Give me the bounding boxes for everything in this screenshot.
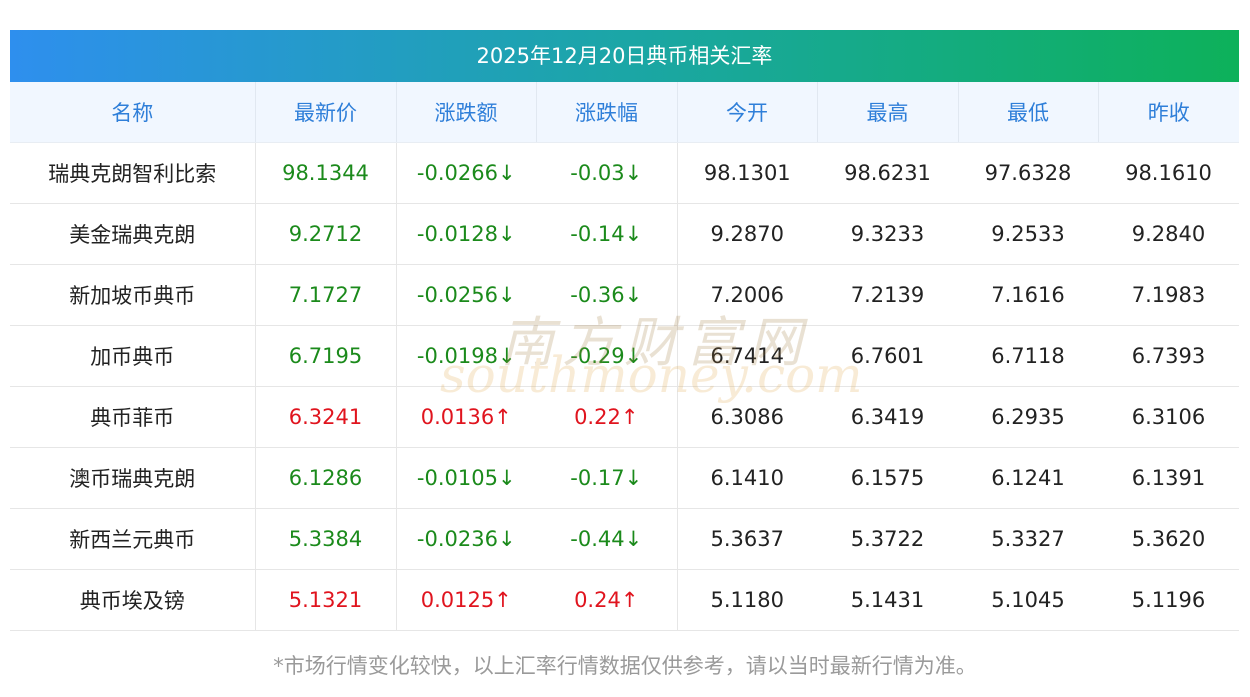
rates-panel: 2025年12月20日典币相关汇率 名称 最新价 涨跌额 涨跌幅 今开 最高 最…	[10, 30, 1239, 631]
cell-name: 典币菲币	[10, 386, 256, 448]
table-title: 2025年12月20日典币相关汇率	[10, 30, 1239, 82]
cell-change-pct: -0.44↓	[536, 508, 678, 570]
disclaimer-note: *市场行情变化较快，以上汇率行情数据仅供参考，请以当时最新行情为准。	[273, 654, 977, 678]
cell-high: 6.3419	[817, 386, 958, 448]
cell-name: 澳币瑞典克朗	[10, 447, 256, 509]
cell-open: 6.7414	[677, 325, 817, 387]
cell-high: 5.3722	[817, 508, 958, 570]
column-header-low: 最低	[958, 82, 1099, 143]
cell-high: 98.6231	[817, 142, 958, 204]
cell-low: 6.7118	[958, 325, 1098, 387]
cell-change: 0.0125↑	[396, 569, 536, 631]
cell-open: 5.1180	[677, 569, 817, 631]
cell-open: 98.1301	[677, 142, 817, 204]
cell-low: 6.2935	[958, 386, 1098, 448]
column-header-high: 最高	[817, 82, 959, 143]
cell-name: 美金瑞典克朗	[10, 203, 256, 265]
cell-latest: 7.1727	[255, 264, 397, 326]
cell-open: 9.2870	[677, 203, 817, 265]
cell-latest: 98.1344	[255, 142, 397, 204]
cell-high: 6.1575	[817, 447, 958, 509]
table-row: 瑞典克朗智利比索 98.1344 -0.0266↓ -0.03↓ 98.1301 98.6…	[10, 142, 1239, 204]
cell-open: 6.3086	[677, 386, 817, 448]
cell-change: -0.0266↓	[396, 142, 536, 204]
cell-name: 新加坡币典币	[10, 264, 256, 326]
cell-latest: 5.1321	[255, 569, 397, 631]
cell-open: 5.3637	[677, 508, 817, 570]
cell-name: 加币典币	[10, 325, 256, 387]
cell-latest: 6.1286	[255, 447, 397, 509]
cell-prev-close: 5.3620	[1098, 508, 1239, 570]
cell-name: 典币埃及镑	[10, 569, 256, 631]
cell-high: 5.1431	[817, 569, 958, 631]
cell-latest: 5.3384	[255, 508, 397, 570]
cell-prev-close: 6.1391	[1098, 447, 1239, 509]
cell-high: 7.2139	[817, 264, 958, 326]
cell-change: -0.0128↓	[396, 203, 536, 265]
exchange-rate-table: 名称 最新价 涨跌额 涨跌幅 今开 最高 最低 昨收 瑞典克朗智利比索 98.13…	[10, 82, 1239, 631]
cell-high: 6.7601	[817, 325, 958, 387]
cell-prev-close: 98.1610	[1098, 142, 1239, 204]
cell-name: 瑞典克朗智利比索	[10, 142, 256, 204]
cell-low: 9.2533	[958, 203, 1098, 265]
column-header-change: 涨跌额	[396, 82, 537, 143]
cell-low: 5.3327	[958, 508, 1098, 570]
cell-prev-close: 6.7393	[1098, 325, 1239, 387]
cell-open: 7.2006	[677, 264, 817, 326]
column-header-prev-close: 昨收	[1098, 82, 1239, 143]
cell-change-pct: 0.22↑	[536, 386, 678, 448]
cell-high: 9.3233	[817, 203, 958, 265]
cell-low: 6.1241	[958, 447, 1098, 509]
cell-change: -0.0198↓	[396, 325, 536, 387]
cell-change-pct: -0.17↓	[536, 447, 678, 509]
cell-change: -0.0256↓	[396, 264, 536, 326]
table-row: 新西兰元典币 5.3384 -0.0236↓ -0.44↓ 5.3637 5.3722 5.…	[10, 508, 1239, 570]
table-header-row: 名称 最新价 涨跌额 涨跌幅 今开 最高 最低 昨收	[10, 82, 1239, 143]
cell-change-pct: -0.29↓	[536, 325, 678, 387]
table-row: 典币埃及镑 5.1321 0.0125↑ 0.24↑ 5.1180 5.1431 5.104…	[10, 569, 1239, 631]
cell-low: 5.1045	[958, 569, 1098, 631]
cell-change: -0.0236↓	[396, 508, 536, 570]
column-header-open: 今开	[677, 82, 818, 143]
cell-prev-close: 9.2840	[1098, 203, 1239, 265]
cell-prev-close: 7.1983	[1098, 264, 1239, 326]
cell-low: 7.1616	[958, 264, 1098, 326]
cell-name: 新西兰元典币	[10, 508, 256, 570]
cell-change-pct: -0.03↓	[536, 142, 678, 204]
cell-latest: 6.3241	[255, 386, 397, 448]
column-header-change-pct: 涨跌幅	[536, 82, 678, 143]
cell-low: 97.6328	[958, 142, 1098, 204]
cell-latest: 9.2712	[255, 203, 397, 265]
cell-change-pct: -0.14↓	[536, 203, 678, 265]
cell-prev-close: 6.3106	[1098, 386, 1239, 448]
cell-change-pct: 0.24↑	[536, 569, 678, 631]
cell-latest: 6.7195	[255, 325, 397, 387]
cell-open: 6.1410	[677, 447, 817, 509]
column-header-name: 名称	[10, 82, 256, 143]
cell-prev-close: 5.1196	[1098, 569, 1239, 631]
table-row: 加币典币 6.7195 -0.0198↓ -0.29↓ 6.7414 6.7601 6.71…	[10, 325, 1239, 387]
table-body: 瑞典克朗智利比索 98.1344 -0.0266↓ -0.03↓ 98.1301 98.6…	[10, 142, 1239, 631]
table-row: 美金瑞典克朗 9.2712 -0.0128↓ -0.14↓ 9.2870 9.3233 9.…	[10, 203, 1239, 265]
cell-change: -0.0105↓	[396, 447, 536, 509]
table-row: 新加坡币典币 7.1727 -0.0256↓ -0.36↓ 7.2006 7.2139 7.…	[10, 264, 1239, 326]
cell-change: 0.0136↑	[396, 386, 536, 448]
table-row: 澳币瑞典克朗 6.1286 -0.0105↓ -0.17↓ 6.1410 6.1575 6.…	[10, 447, 1239, 509]
table-row: 典币菲币 6.3241 0.0136↑ 0.22↑ 6.3086 6.3419 6.2935…	[10, 386, 1239, 448]
column-header-latest: 最新价	[255, 82, 397, 143]
cell-change-pct: -0.36↓	[536, 264, 678, 326]
